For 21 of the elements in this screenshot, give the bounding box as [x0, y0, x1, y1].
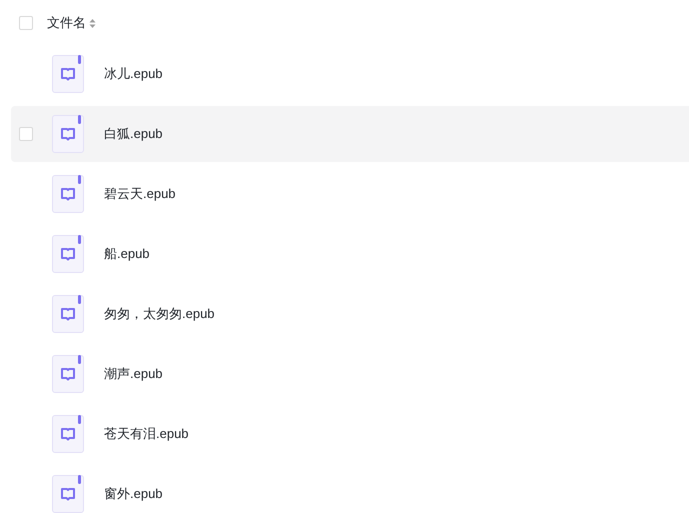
file-name[interactable]: 窗外.epub — [104, 484, 163, 504]
book-file-icon — [52, 55, 84, 93]
book-file-icon — [52, 235, 84, 273]
book-file-icon — [52, 295, 84, 333]
book-file-icon — [52, 175, 84, 213]
file-name[interactable]: 冰儿.epub — [104, 64, 163, 84]
file-name[interactable]: 潮声.epub — [104, 364, 163, 384]
file-name[interactable]: 苍天有泪.epub — [104, 424, 189, 444]
book-file-icon — [52, 355, 84, 393]
checkbox[interactable] — [19, 16, 33, 30]
file-row[interactable]: 白狐.epub — [11, 106, 689, 162]
file-name[interactable]: 船.epub — [104, 244, 150, 264]
checkbox[interactable] — [19, 127, 33, 141]
book-file-icon — [52, 475, 84, 513]
file-name[interactable]: 碧云天.epub — [104, 184, 176, 204]
file-name[interactable]: 匆匆，太匆匆.epub — [104, 304, 215, 324]
column-header[interactable]: 文件名 — [47, 13, 86, 33]
sort-icon[interactable] — [89, 18, 96, 28]
book-file-icon — [52, 415, 84, 453]
book-file-icon — [52, 115, 84, 153]
file-name[interactable]: 白狐.epub — [104, 124, 163, 144]
